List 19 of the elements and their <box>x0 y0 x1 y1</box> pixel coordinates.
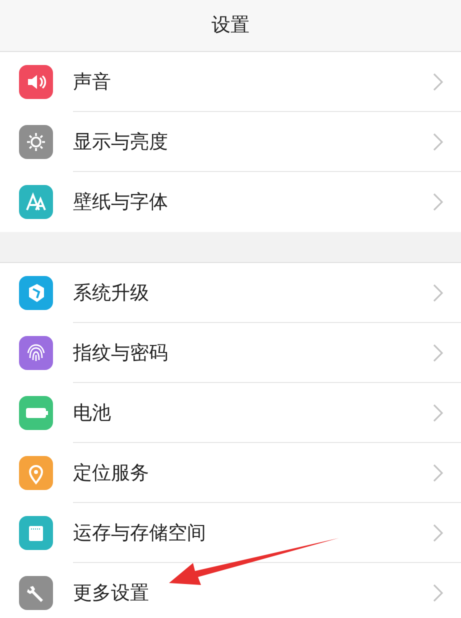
chevron-icon <box>433 464 443 482</box>
chevron-icon <box>433 73 443 91</box>
chevron-icon <box>433 584 443 602</box>
row-label: 电池 <box>73 400 112 426</box>
chevron-icon <box>433 524 443 542</box>
screen-title: 设置 <box>212 13 250 38</box>
row-label: 系统升级 <box>73 280 150 306</box>
chevron-icon <box>433 133 443 151</box>
row-label: 声音 <box>73 70 112 95</box>
chevron-icon <box>433 404 443 422</box>
row-label: 定位服务 <box>73 460 150 486</box>
row-label: 壁纸与字体 <box>73 190 169 215</box>
chevron-icon <box>433 344 443 362</box>
row-label: 运存与存储空间 <box>73 520 207 546</box>
row-label: 指纹与密码 <box>73 340 169 366</box>
row-label: 显示与亮度 <box>73 130 169 155</box>
row-label: 更多设置 <box>73 580 150 606</box>
chevron-icon <box>433 193 443 211</box>
chevron-icon <box>433 284 443 302</box>
